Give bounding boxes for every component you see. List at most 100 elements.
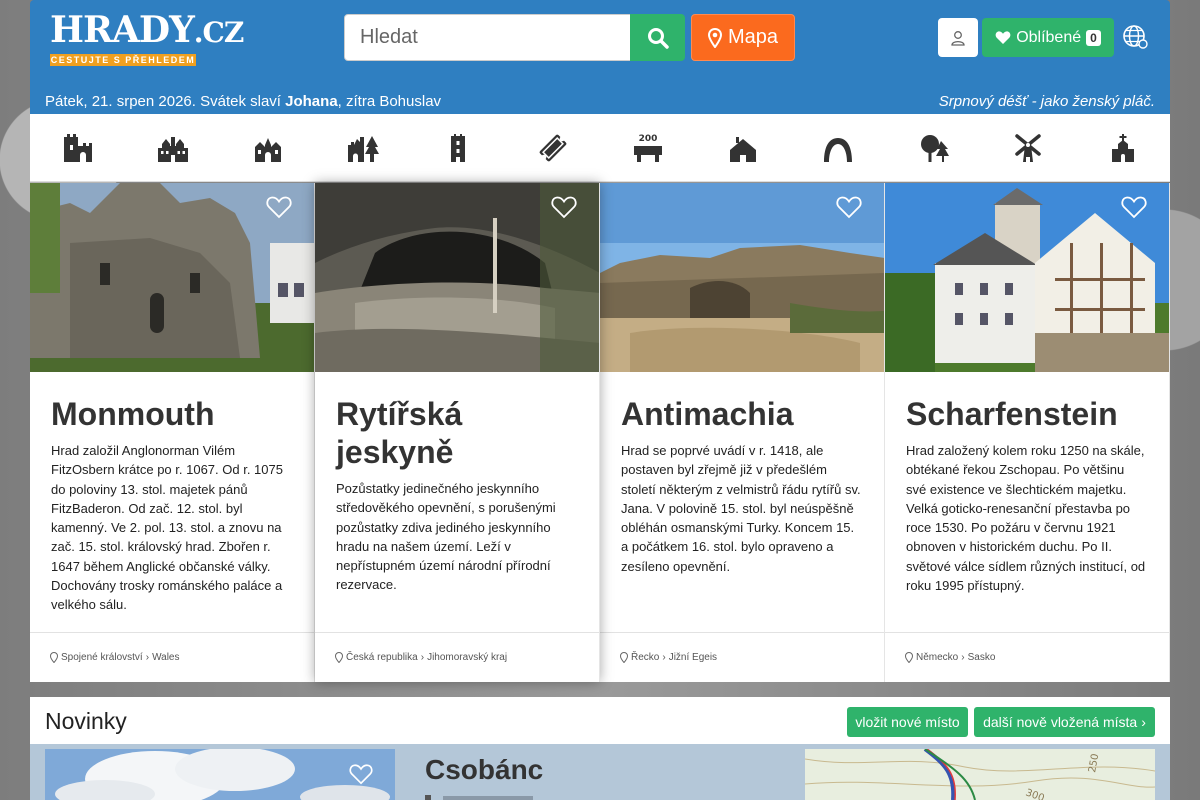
news-item[interactable]: Csobánc 250 300 bbox=[30, 744, 1170, 800]
category-zoo[interactable]: 200 bbox=[600, 114, 695, 182]
chevron-right-icon: › bbox=[145, 652, 150, 663]
tower-icon bbox=[450, 134, 465, 162]
place-location: Česká republika › Jihomoravský kraj bbox=[315, 632, 599, 682]
search-input[interactable] bbox=[344, 14, 631, 61]
map-marker-icon bbox=[707, 27, 722, 48]
place-card[interactable]: Monmouth Hrad založil Anglonorman Vilém … bbox=[30, 183, 315, 682]
place-photo[interactable] bbox=[600, 183, 884, 372]
favorites-button[interactable]: Oblíbené 0 bbox=[982, 18, 1114, 57]
category-windmill[interactable] bbox=[980, 114, 1075, 182]
place-title[interactable]: Scharfenstein bbox=[906, 395, 1156, 433]
map-marker-icon bbox=[335, 652, 343, 663]
cave-icon bbox=[823, 138, 852, 162]
news-item-photo[interactable] bbox=[45, 749, 395, 800]
category-cottage[interactable] bbox=[695, 114, 790, 182]
favorites-label: Oblíbené bbox=[1016, 28, 1082, 46]
news-item-title[interactable]: Csobánc bbox=[425, 754, 543, 786]
map-marker-icon bbox=[905, 652, 913, 663]
site-logo[interactable]: HRADY.CZ CESTUJTE S PŘEHLEDEM bbox=[50, 8, 244, 68]
search-button[interactable] bbox=[630, 14, 685, 61]
category-ticket[interactable] bbox=[505, 114, 600, 182]
place-description: Pozůstatky jedinečného jeskynního středo… bbox=[336, 481, 556, 593]
place-region[interactable]: Wales bbox=[152, 652, 179, 663]
header: HRADY.CZ CESTUJTE S PŘEHLEDEM Mapa Oblíb… bbox=[30, 0, 1170, 114]
place-card[interactable]: Rytířská jeskyně Pozůstatky jedinečného … bbox=[315, 183, 600, 682]
category-castle[interactable] bbox=[30, 114, 125, 182]
tree-icon bbox=[920, 135, 949, 162]
heart-outline-icon[interactable] bbox=[349, 763, 373, 785]
place-region[interactable]: Jihomoravský kraj bbox=[427, 652, 507, 663]
category-ruin[interactable] bbox=[315, 114, 410, 182]
favorites-count-badge: 0 bbox=[1086, 29, 1101, 46]
category-chateau[interactable] bbox=[125, 114, 220, 182]
heart-outline-icon[interactable] bbox=[836, 195, 862, 219]
heart-outline-icon[interactable] bbox=[551, 195, 577, 219]
heart-outline-icon[interactable] bbox=[266, 195, 292, 219]
place-description: Hrad založený kolem roku 1250 na skále, … bbox=[906, 443, 1146, 594]
search-icon bbox=[647, 27, 669, 49]
news-item-type-icon bbox=[425, 795, 533, 800]
chevron-right-icon: › bbox=[420, 652, 425, 663]
map-button[interactable]: Mapa bbox=[691, 14, 795, 61]
castle-icon bbox=[63, 134, 92, 162]
place-region[interactable]: Jižní Egeis bbox=[669, 652, 717, 663]
category-chapel[interactable] bbox=[1075, 114, 1170, 182]
place-country[interactable]: Spojené království bbox=[61, 652, 143, 663]
language-globe-icon[interactable] bbox=[1122, 24, 1150, 52]
ruin-icon bbox=[347, 136, 379, 162]
place-description: Hrad založil Anglonorman Vilém FitzOsber… bbox=[51, 443, 283, 613]
date-and-nameday: Pátek, 21. srpen 2026. Svátek slaví Joha… bbox=[45, 93, 441, 110]
chevron-right-icon: › bbox=[961, 652, 965, 663]
place-title[interactable]: Antimachia bbox=[621, 395, 871, 433]
place-card[interactable]: Antimachia Hrad se poprvé uvádí v r. 141… bbox=[600, 183, 885, 682]
category-nature[interactable] bbox=[885, 114, 980, 182]
daily-proverb: Srpnový déšť - jako ženský pláč. bbox=[938, 93, 1155, 110]
category-cave[interactable] bbox=[790, 114, 885, 182]
nameday-name: Johana bbox=[285, 93, 338, 110]
place-region[interactable]: Sasko bbox=[968, 652, 996, 663]
category-tower[interactable] bbox=[410, 114, 505, 182]
news-section-header: Novinky vložit nové místo další nově vlo… bbox=[30, 697, 1170, 744]
place-country[interactable]: Česká republika bbox=[346, 652, 418, 663]
page: HRADY.CZ CESTUJTE S PŘEHLEDEM Mapa Oblíb… bbox=[30, 0, 1170, 800]
more-new-places-button[interactable]: další nově vložená místa › bbox=[974, 707, 1155, 737]
place-country[interactable]: Německo bbox=[916, 652, 958, 663]
zoo-icon: 200 bbox=[633, 134, 662, 162]
nameday-tomorrow: , zítra Bohuslav bbox=[337, 93, 442, 110]
date-text: Pátek, 21. srpen 2026. Svátek slaví bbox=[45, 93, 286, 110]
place-location: Německo › Sasko bbox=[885, 632, 1169, 682]
map-button-label: Mapa bbox=[727, 26, 779, 48]
category-church[interactable] bbox=[220, 114, 315, 182]
place-photo[interactable] bbox=[30, 183, 314, 372]
heart-outline-icon[interactable] bbox=[1121, 195, 1147, 219]
place-photo[interactable] bbox=[315, 183, 599, 372]
chateau-icon bbox=[157, 137, 188, 162]
news-item-map[interactable]: 250 300 bbox=[805, 749, 1155, 800]
chapel-icon bbox=[1111, 134, 1134, 162]
place-location: Spojené království › Wales bbox=[30, 632, 314, 682]
place-location: Řecko › Jižní Egeis bbox=[600, 632, 884, 682]
cottage-icon bbox=[729, 137, 756, 162]
news-section-title: Novinky bbox=[45, 708, 127, 734]
logo-tagline: CESTUJTE S PŘEHLEDEM bbox=[50, 54, 196, 66]
windmill-icon bbox=[1014, 134, 1041, 162]
featured-places: Monmouth Hrad založil Anglonorman Vilém … bbox=[30, 183, 1170, 682]
user-account-button[interactable] bbox=[938, 18, 978, 57]
svg-text:200: 200 bbox=[638, 134, 657, 144]
map-marker-icon bbox=[620, 652, 628, 663]
ticket-icon bbox=[539, 134, 566, 162]
chevron-right-icon: › bbox=[1141, 714, 1146, 730]
chevron-right-icon: › bbox=[662, 652, 666, 663]
place-title[interactable]: Monmouth bbox=[51, 395, 301, 433]
category-bar: 200 bbox=[30, 114, 1170, 182]
logo-tld: .CZ bbox=[193, 16, 244, 49]
heart-icon bbox=[995, 31, 1011, 44]
place-card[interactable]: Scharfenstein Hrad založený kolem roku 1… bbox=[885, 183, 1170, 682]
map-marker-icon bbox=[50, 652, 58, 663]
add-new-place-button[interactable]: vložit nové místo bbox=[847, 707, 968, 737]
user-icon bbox=[951, 30, 965, 46]
place-photo[interactable] bbox=[885, 183, 1169, 372]
place-description: Hrad se poprvé uvádí v r. 1418, ale post… bbox=[621, 443, 861, 574]
place-title[interactable]: Rytířská jeskyně bbox=[336, 395, 586, 471]
place-country[interactable]: Řecko bbox=[631, 652, 659, 663]
